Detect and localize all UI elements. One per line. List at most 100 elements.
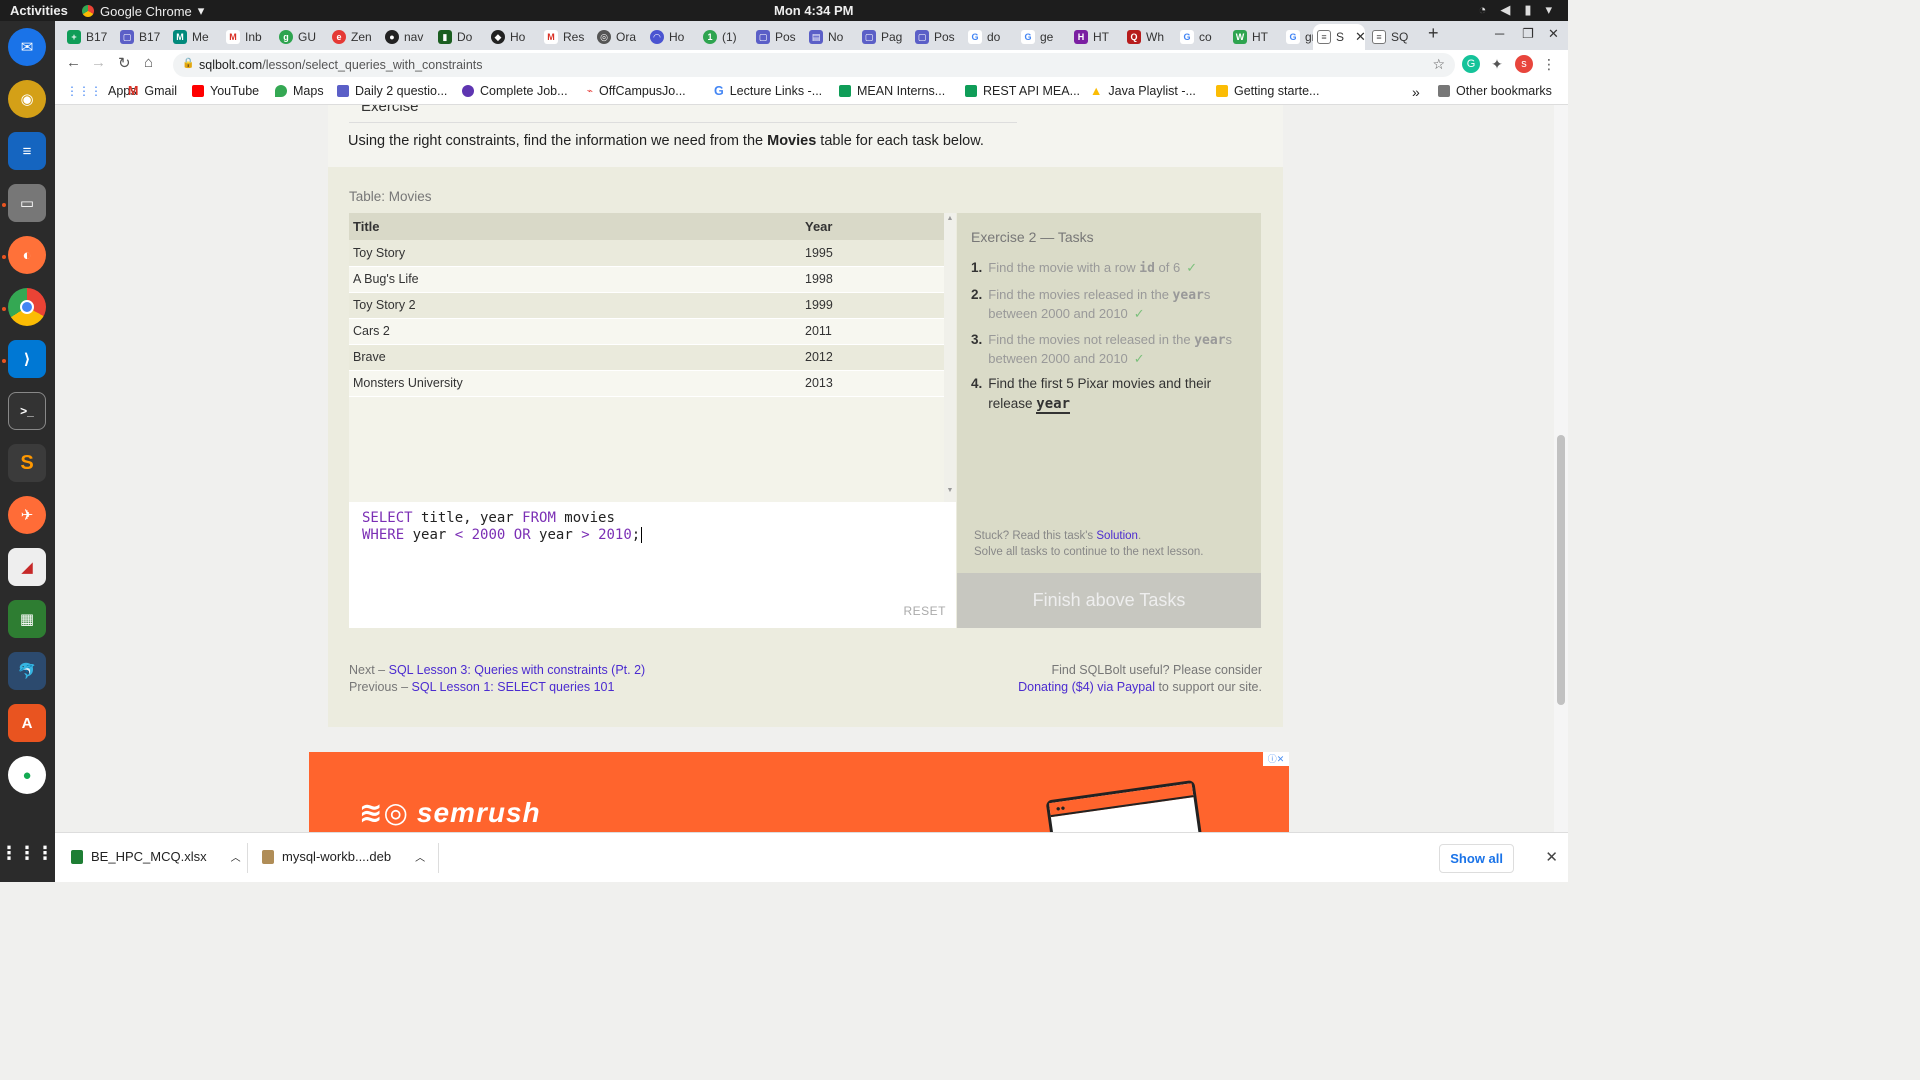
bookmarks-overflow-chevron[interactable]: » <box>1412 84 1420 100</box>
previous-lesson-link[interactable]: SQL Lesson 1: SELECT queries 101 <box>412 680 615 694</box>
home-button[interactable]: ⌂ <box>144 54 153 71</box>
browser-tab[interactable]: ◎ Ora <box>593 24 645 50</box>
bookmark-maps[interactable]: Maps <box>275 84 324 98</box>
window-close-button[interactable]: ✕ <box>1548 26 1559 42</box>
browser-tab[interactable]: Q Wh <box>1123 24 1175 50</box>
task-item[interactable]: 2. Find the movies released in the years … <box>971 286 1253 323</box>
table-scrollbar[interactable]: ▲ ▼ <box>944 213 956 502</box>
address-bar[interactable]: 🔒 sqlbolt.com/lesson/select_queries_with… <box>173 53 1455 77</box>
browser-tab-active[interactable]: ≡ S ✕ <box>1313 24 1365 50</box>
files-icon[interactable]: ▭ <box>8 184 46 222</box>
browser-tab[interactable]: e Zen <box>328 24 380 50</box>
browser-tab[interactable]: M Me <box>169 24 221 50</box>
advertisement-banner[interactable]: ≋◎ semrush ●● ⓘ✕ <box>309 752 1289 832</box>
rhythmbox-icon[interactable]: ◉ <box>8 80 46 118</box>
writer-icon[interactable]: ≡ <box>8 132 46 170</box>
bookmark-offcampus[interactable]: ⌁ OffCampusJo... <box>587 84 686 98</box>
browser-tab[interactable]: ◆ Ho <box>487 24 539 50</box>
bookmark-mean-interns[interactable]: MEAN Interns... <box>839 84 945 98</box>
vscode-icon[interactable]: ⟩ <box>8 340 46 378</box>
browser-tab[interactable]: M Inb <box>222 24 274 50</box>
back-button[interactable]: ← <box>66 54 81 71</box>
browser-tab[interactable]: ● nav <box>381 24 433 50</box>
bookmark-rest-api[interactable]: REST API MEA... <box>965 84 1080 98</box>
task-item[interactable]: 3. Find the movies not released in the ye… <box>971 331 1253 368</box>
task-item-current[interactable]: 4. Find the first 5 Pixar movies and thei… <box>971 374 1253 414</box>
browser-tab[interactable]: ◠ Ho <box>646 24 698 50</box>
show-all-button[interactable]: Show all <box>1439 844 1514 873</box>
bookmark-java-playlist[interactable]: ▲ Java Playlist -... <box>1090 84 1196 98</box>
software-center-icon[interactable]: A <box>8 704 46 742</box>
task-item[interactable]: 1. Find the movie with a row id of 6 ✓ <box>971 259 1253 278</box>
other-bookmarks[interactable]: Other bookmarks <box>1438 84 1552 98</box>
firefox-icon[interactable]: ◐ <box>8 236 46 274</box>
download-item[interactable]: mysql-workb....deb ︿ <box>262 849 425 864</box>
terminal-icon[interactable]: >_ <box>8 392 46 430</box>
extensions-icon[interactable]: ✦ <box>1488 55 1506 73</box>
sql-query-editor[interactable]: SELECT title, year FROM movies WHERE yea… <box>349 502 956 628</box>
browser-tab[interactable]: W HT <box>1229 24 1281 50</box>
sublime-icon[interactable]: S <box>8 444 46 482</box>
mysql-workbench-icon[interactable]: 🐬 <box>8 652 46 690</box>
tab-favicon: ▢ <box>120 30 134 44</box>
thunderbird-icon[interactable]: ✉ <box>8 28 46 66</box>
browser-tab[interactable]: ▢ Pag <box>858 24 910 50</box>
close-icon[interactable]: ✕ <box>1545 848 1558 866</box>
chevron-up-icon[interactable]: ︿ <box>415 849 425 864</box>
browser-tab[interactable]: Gdo <box>964 24 1016 50</box>
bookmark-getting-started[interactable]: Getting starte... <box>1216 84 1319 98</box>
activities-button[interactable]: Activities <box>10 3 68 18</box>
browser-tab[interactable]: ▮ Do <box>434 24 486 50</box>
forward-button[interactable]: → <box>91 54 106 71</box>
new-tab-button[interactable]: + <box>1428 23 1439 44</box>
browser-tab[interactable]: g GU <box>275 24 327 50</box>
star-icon[interactable]: ☆ <box>1432 56 1445 73</box>
browser-tab[interactable]: ▢ B17 <box>116 24 168 50</box>
postman-icon[interactable]: ✈ <box>8 496 46 534</box>
next-lesson-link[interactable]: SQL Lesson 3: Queries with constraints (… <box>389 663 646 677</box>
tab-favicon: e <box>332 30 346 44</box>
page-scrollbar[interactable] <box>1554 105 1568 832</box>
chevron-up-icon[interactable]: ︿ <box>231 849 241 864</box>
bookmark-daily[interactable]: Daily 2 questio... <box>337 84 447 98</box>
show-apps-icon[interactable]: ⋮⋮⋮ <box>0 834 54 872</box>
menu-icon[interactable]: ⋮ <box>1540 55 1558 73</box>
grammarly-icon[interactable]: G <box>1462 55 1480 73</box>
results-table-wrapper[interactable]: Title Year Toy Story 1995 A Bug's Life 199… <box>349 213 956 502</box>
bookmark-gmail[interactable]: M Gmail <box>128 84 177 98</box>
bookmark-apps[interactable]: ⋮⋮⋮ Apps <box>66 84 137 98</box>
finish-tasks-button[interactable]: Finish above Tasks <box>957 573 1261 628</box>
browser-tab[interactable]: Gco <box>1176 24 1228 50</box>
reload-button[interactable]: ↻ <box>118 54 131 72</box>
download-item[interactable]: BE_HPC_MCQ.xlsx ︿ <box>71 849 241 864</box>
close-icon[interactable]: ✕ <box>1355 29 1365 45</box>
browser-tab[interactable]: Gge <box>1017 24 1069 50</box>
bookmark-complete-job[interactable]: Complete Job... <box>462 84 568 98</box>
calc-icon[interactable]: ▦ <box>8 600 46 638</box>
donate-link[interactable]: Donating ($4) via Paypal <box>1018 680 1155 694</box>
bookmark-youtube[interactable]: YouTube <box>192 84 259 98</box>
clock[interactable]: Mon 4:34 PM <box>774 3 853 18</box>
solution-link[interactable]: Solution <box>1096 530 1138 542</box>
document-viewer-icon[interactable]: ◢ <box>8 548 46 586</box>
minimize-button[interactable]: ─ <box>1495 26 1504 41</box>
chrome-dock-icon[interactable] <box>8 288 46 326</box>
browser-tab[interactable]: H HT <box>1070 24 1122 50</box>
browser-tab[interactable]: ▢ Pos <box>752 24 804 50</box>
reset-button[interactable]: RESET <box>903 603 946 620</box>
browser-tab[interactable]: + B17 <box>63 24 115 50</box>
browser-tab[interactable]: 1 (1) <box>699 24 751 50</box>
mongodb-compass-icon[interactable]: ● <box>8 756 46 794</box>
google-icon: G <box>968 30 982 44</box>
browser-tab[interactable]: ≡ SQ <box>1368 24 1420 50</box>
browser-tab[interactable]: ▢ Pos <box>911 24 963 50</box>
browser-tab[interactable]: ▤ No <box>805 24 857 50</box>
app-menu[interactable]: Google Chrome ▾ <box>82 3 204 19</box>
bookmark-lecture-links[interactable]: G Lecture Links -... <box>714 84 822 98</box>
system-tray[interactable]: ◔ ◀ ▮ ▾ <box>1478 2 1552 18</box>
browser-tab[interactable]: M Res <box>540 24 592 50</box>
ad-close-icon[interactable]: ⓘ✕ <box>1263 752 1289 766</box>
restore-button[interactable]: ❐ <box>1522 26 1534 42</box>
github-icon: ● <box>385 30 399 44</box>
avatar[interactable]: s <box>1515 55 1533 73</box>
